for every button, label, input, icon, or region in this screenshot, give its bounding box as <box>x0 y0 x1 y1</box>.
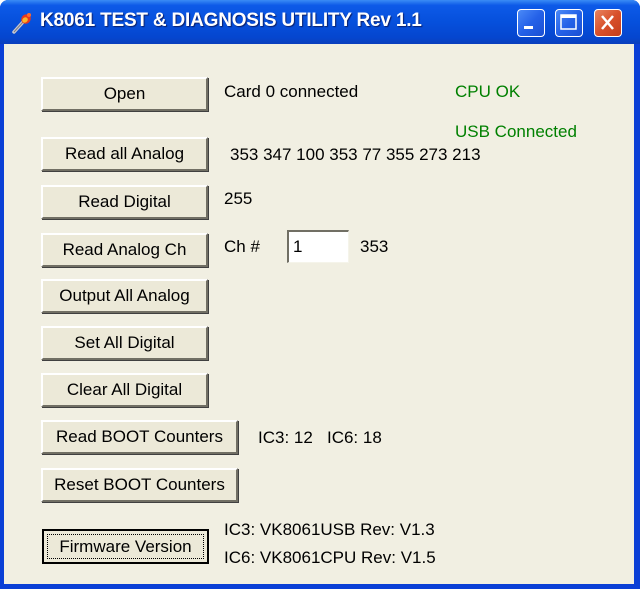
window-title: K8061 TEST & DIAGNOSIS UTILITY Rev 1.1 <box>40 10 422 31</box>
set-all-digital-button[interactable]: Set All Digital <box>41 326 208 360</box>
channel-reading: 353 <box>360 237 389 256</box>
client-area: Open Card 0 connected CPU OK USB Connect… <box>4 44 634 584</box>
firmware-ic6: IC6: VK8061CPU Rev: V1.5 <box>224 548 436 567</box>
channel-label: Ch # <box>224 237 260 256</box>
app-window: K8061 TEST & DIAGNOSIS UTILITY Rev 1.1 O… <box>0 0 640 589</box>
channel-input[interactable] <box>287 230 349 263</box>
read-all-analog-button[interactable]: Read all Analog <box>41 137 208 171</box>
minimize-button[interactable] <box>517 9 545 37</box>
read-digital-button[interactable]: Read Digital <box>41 185 208 219</box>
reset-boot-counters-button[interactable]: Reset BOOT Counters <box>41 468 238 502</box>
boot-counters-value: IC3: 12 IC6: 18 <box>258 428 382 447</box>
maximize-icon <box>560 14 577 30</box>
usb-status: USB Connected <box>455 122 577 141</box>
cpu-status: CPU OK <box>455 82 521 101</box>
clear-all-digital-button[interactable]: Clear All Digital <box>41 373 208 407</box>
title-bar[interactable]: K8061 TEST & DIAGNOSIS UTILITY Rev 1.1 <box>0 0 640 44</box>
firmware-version-button[interactable]: Firmware Version <box>42 529 209 564</box>
torch-icon[interactable] <box>10 11 34 35</box>
maximize-button[interactable] <box>555 9 583 37</box>
firmware-ic3: IC3: VK8061USB Rev: V1.3 <box>224 520 435 539</box>
open-button[interactable]: Open <box>41 77 208 111</box>
card-status: Card 0 connected <box>224 82 359 101</box>
close-icon <box>601 15 614 30</box>
all-analog-values: 353 347 100 353 77 355 273 213 <box>230 145 481 164</box>
close-button[interactable] <box>594 9 622 37</box>
output-all-analog-button[interactable]: Output All Analog <box>41 279 208 313</box>
read-boot-counters-button[interactable]: Read BOOT Counters <box>41 420 238 454</box>
digital-value: 255 <box>224 189 253 208</box>
read-analog-ch-button[interactable]: Read Analog Ch <box>41 233 208 267</box>
focus-rectangle <box>47 534 204 559</box>
minimize-icon <box>524 26 533 29</box>
